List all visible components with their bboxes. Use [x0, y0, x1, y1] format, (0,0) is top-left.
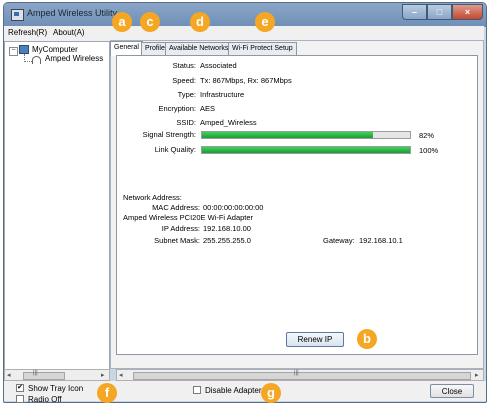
tree-connector — [24, 61, 32, 62]
app-icon — [11, 9, 24, 21]
signal-strength-percent: 82% — [419, 131, 435, 140]
adapter-name: Amped Wireless PCI20E Wi-Fi Adapter — [123, 213, 254, 222]
scroll-left-icon[interactable]: ◂ — [7, 371, 11, 379]
tree-collapse-toggle[interactable]: − — [9, 47, 18, 56]
encryption-label: Encryption: — [158, 104, 196, 113]
window-title: Amped Wireless Utility — [27, 8, 118, 18]
callout-d: d — [190, 12, 210, 32]
callout-b: b — [357, 329, 377, 349]
ip-address-value: 192.168.10.00 — [203, 224, 251, 233]
tree-root-label[interactable]: MyComputer — [32, 45, 78, 54]
show-tray-icon-label: Show Tray Icon — [28, 384, 84, 393]
network-address-heading: Network Address: — [123, 193, 182, 202]
show-tray-icon-checkbox[interactable]: ✔ — [16, 384, 24, 392]
link-quality-percent: 100% — [419, 146, 439, 155]
menu-refresh[interactable]: Refresh(R) — [8, 28, 47, 37]
renew-ip-button[interactable]: Renew IP — [286, 332, 344, 347]
scroll-grip-icon: ||| — [33, 370, 38, 376]
tab-general[interactable]: General — [110, 41, 143, 56]
ssid-label: SSID: — [176, 118, 196, 127]
signal-strength-bar — [201, 131, 411, 139]
disable-adapter-label: Disable Adapter — [205, 386, 262, 395]
ip-address-label: IP Address: — [161, 224, 200, 233]
link-quality-fill — [202, 147, 410, 153]
ssid-value: Amped_Wireless — [200, 118, 257, 127]
scroll-thumb[interactable] — [133, 372, 471, 380]
menu-about[interactable]: About(A) — [53, 28, 85, 37]
status-value: Associated — [200, 61, 237, 70]
title-bar[interactable]: Amped Wireless Utility – □ × — [4, 3, 486, 27]
close-window-button[interactable]: × — [452, 4, 483, 20]
minimize-icon: – — [411, 7, 417, 17]
signal-strength-label: Signal Strength: — [142, 130, 196, 139]
tab-available-networks[interactable]: Available Networks — [165, 42, 233, 55]
signal-strength-fill — [202, 132, 373, 138]
subnet-mask-value: 255.255.255.0 — [203, 236, 251, 245]
link-quality-bar — [201, 146, 411, 154]
speed-label: Speed: — [172, 76, 196, 85]
type-label: Type: — [177, 90, 196, 99]
speed-value: Tx: 867Mbps, Rx: 867Mbps — [200, 76, 292, 85]
subnet-mask-label: Subnet Mask: — [154, 236, 200, 245]
close-icon: × — [464, 7, 471, 17]
radio-off-label: Radio Off — [28, 395, 62, 404]
callout-a: a — [112, 12, 132, 32]
content-horizontal-scrollbar[interactable]: ◂ ||| ▸ — [116, 369, 484, 381]
close-button[interactable]: Close — [430, 384, 474, 398]
maximize-icon: □ — [436, 7, 443, 17]
callout-f: f — [97, 383, 117, 403]
device-tree: − MyComputer Amped Wireless — [4, 41, 110, 370]
disable-adapter-checkbox[interactable] — [193, 386, 201, 394]
callout-c: c — [140, 12, 160, 32]
radio-off-checkbox[interactable] — [16, 395, 24, 403]
scroll-right-icon[interactable]: ▸ — [475, 371, 479, 379]
wireless-adapter-icon — [32, 56, 41, 64]
type-value: Infrastructure — [200, 90, 245, 99]
encryption-value: AES — [200, 104, 216, 113]
callout-g: g — [261, 383, 281, 403]
mac-address-label: MAC Address: — [152, 203, 200, 212]
menu-bar: Refresh(R) About(A) — [4, 26, 484, 41]
status-label: Status: — [172, 61, 196, 70]
tree-item-adapter[interactable]: Amped Wireless — [45, 54, 103, 63]
link-quality-label: Link Quality: — [154, 145, 196, 154]
minimize-button[interactable]: – — [402, 4, 427, 20]
scroll-right-icon[interactable]: ▸ — [101, 371, 105, 379]
scroll-thumb[interactable] — [23, 372, 65, 380]
gateway-value: 192.168.10.1 — [359, 236, 403, 245]
scroll-left-icon[interactable]: ◂ — [119, 371, 123, 379]
callout-e: e — [255, 12, 275, 32]
gateway-label: Gateway: — [323, 236, 355, 245]
scroll-grip-icon: ||| — [294, 370, 299, 376]
tree-horizontal-scrollbar[interactable]: ◂ ||| ▸ — [4, 369, 110, 381]
computer-icon — [19, 45, 29, 54]
mac-address-value: 00:00:00:00:00:00 — [203, 203, 264, 212]
tab-wifi-protect-setup[interactable]: Wi-Fi Protect Setup — [228, 42, 297, 55]
maximize-button[interactable]: □ — [427, 4, 452, 20]
